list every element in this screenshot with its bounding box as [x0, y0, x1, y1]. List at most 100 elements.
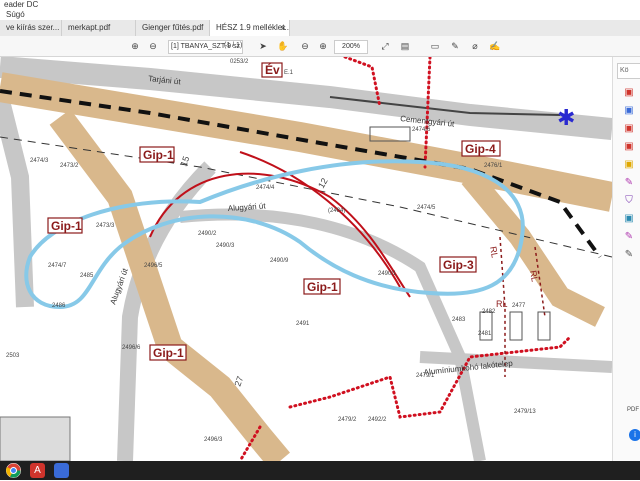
zone-label-gip4: Gip-4: [461, 140, 501, 157]
zone-label-text: Év: [265, 62, 280, 77]
page-count: (1 / 1): [224, 42, 243, 49]
zone-label-gip1-b: Gip-1: [47, 217, 83, 234]
parcel-number: 2473/3: [96, 223, 115, 229]
parcel-number: 2496/3: [204, 437, 223, 443]
create-pdf-icon[interactable]: ▣: [623, 87, 635, 99]
parcel-number: 2476/1: [484, 163, 503, 169]
app-title: eader DC: [4, 0, 39, 9]
parcel-number: 2474/6: [412, 127, 431, 133]
star-marker-icon: ✱: [557, 106, 575, 131]
combine-files-icon[interactable]: ▣: [623, 105, 635, 117]
zone-label-text: Gip-4: [465, 142, 496, 156]
parcel-number: 2473/2: [60, 163, 79, 169]
page-up-icon[interactable]: ⊕: [128, 39, 142, 53]
taskbar: A: [0, 461, 640, 480]
parcel-number: 2474/3: [30, 158, 49, 164]
tab-label: merkapt.pdf: [68, 23, 111, 32]
fit-page-icon[interactable]: ⤢: [378, 39, 392, 53]
comment-tool-icon[interactable]: ▣: [623, 159, 635, 171]
export-pdf-icon[interactable]: ▣: [623, 141, 635, 153]
edit-pdf-icon[interactable]: ▣: [623, 123, 635, 135]
chrome-icon[interactable]: [6, 463, 21, 478]
zone-label-gip1-c: Gip-1: [303, 278, 341, 295]
parcel-number: 2503: [6, 353, 20, 359]
parcel-number: 2474/5: [417, 205, 436, 211]
tab-label: Gienger fűtés.pdf: [142, 23, 204, 32]
document-canvas[interactable]: ✱ Év Gip-1 Gip-1 Gip-1 Gip-1 Gip-3 Gip-4…: [0, 57, 612, 461]
acrobat-icon[interactable]: A: [30, 463, 45, 478]
parcel-number: 2486: [52, 303, 66, 309]
parcel-number: 2496/6: [122, 345, 141, 351]
parcel-number: 2479/2: [338, 417, 357, 423]
zone-label-gip3: Gip-3: [439, 256, 477, 273]
parcel-number: 2481: [478, 331, 492, 337]
rl-label: RL: [488, 246, 500, 259]
parcel-number: 2490/3: [216, 243, 235, 249]
taskbar-app-icon[interactable]: [54, 463, 69, 478]
tan-band-diagonal: [49, 109, 290, 461]
tab-document-1[interactable]: ve kiírás szer...: [0, 20, 62, 36]
zone-label-gip1-a: Gip-1: [139, 146, 175, 163]
tab-document-3[interactable]: Gienger fűtés.pdf: [136, 20, 210, 36]
parcel-number: 2477: [512, 303, 526, 309]
small-label: 27: [232, 375, 245, 388]
tab-label: HÉSZ 1.9 melléklet....: [216, 23, 290, 32]
parcel-number: 2482: [482, 309, 496, 315]
page-down-icon[interactable]: ⊖: [146, 39, 160, 53]
zone-label-text: Gip-3: [443, 258, 474, 272]
building: [537, 311, 551, 341]
panel-footer-label: PDF: [627, 407, 639, 413]
tab-bar: ve kiírás szer... merkapt.pdf Gienger fű…: [0, 20, 640, 37]
parcel-number: 2479/1: [416, 373, 435, 379]
stamp-icon[interactable]: ✍: [488, 39, 502, 53]
tab-document-2[interactable]: merkapt.pdf: [62, 20, 136, 36]
zoom-out-icon[interactable]: ⊖: [298, 39, 312, 53]
zone-label-ev: Év: [261, 62, 283, 78]
parcel-number: 2491: [296, 321, 310, 327]
zoom-field[interactable]: 200%: [334, 40, 368, 54]
tab-document-active[interactable]: HÉSZ 1.9 melléklet.... ×: [210, 20, 290, 36]
highlight-icon[interactable]: ⌀: [468, 39, 482, 53]
zoom-in-icon[interactable]: ⊕: [316, 39, 330, 53]
tools-panel: Kö ▣ ▣ ▣ ▣ ▣ ✎ ⛉ ▣ ✎ ✎ PDF i: [612, 57, 640, 461]
parcel-number: 2496/5: [144, 263, 163, 269]
menu-item-help[interactable]: Súgó: [6, 10, 25, 20]
parcel-number: 2490/1: [378, 271, 397, 277]
close-tab-icon[interactable]: ×: [281, 20, 286, 36]
select-cursor-icon[interactable]: ➤: [256, 39, 270, 53]
rl-label: RL: [496, 299, 508, 309]
tools-search-input[interactable]: Kö: [617, 63, 640, 79]
scroll-mode-icon[interactable]: ▤: [398, 39, 412, 53]
parcel-number: 2490/9: [270, 258, 289, 264]
parcel-number: 2479/13: [514, 409, 536, 415]
scan-icon[interactable]: ▣: [623, 213, 635, 225]
more-tools-icon[interactable]: ✎: [623, 249, 635, 261]
building: [509, 311, 523, 341]
parcel-number: 2490/2: [198, 231, 217, 237]
zone-label-text: Gip-1: [51, 219, 82, 233]
small-label: E.1: [284, 70, 294, 76]
protect-icon[interactable]: ⛉: [623, 195, 635, 207]
comment-icon[interactable]: ▭: [428, 39, 442, 53]
road-west: [0, 94, 34, 308]
parcel-number: 2474/4: [256, 185, 275, 191]
road-alugyari: [179, 208, 486, 461]
pen-icon[interactable]: ✎: [448, 39, 462, 53]
tab-label: ve kiírás szer...: [6, 23, 60, 32]
building: [0, 416, 71, 461]
small-label: 15: [178, 155, 191, 168]
parcel-number: 2485: [80, 273, 94, 279]
parcel-number: (2484): [328, 208, 345, 214]
toolbar: ⊕ ⊖ [1] TBANYA_SZT-9 sz (1 / 1) ➤ ✋ ⊖ ⊕ …: [0, 36, 640, 57]
parcel-number: 2483: [452, 317, 466, 323]
title-bar: eader DC: [0, 0, 640, 10]
request-signature-icon[interactable]: ✎: [623, 231, 635, 243]
menu-bar: Súgó: [0, 10, 640, 20]
info-icon[interactable]: i: [629, 429, 640, 441]
zone-label-text: Gip-1: [307, 280, 338, 294]
zone-label-text: Gip-1: [153, 346, 184, 360]
zone-label-text: Gip-1: [143, 148, 174, 162]
hand-tool-icon[interactable]: ✋: [276, 39, 290, 53]
fill-sign-icon[interactable]: ✎: [623, 177, 635, 189]
rl-label: RL: [528, 270, 540, 283]
